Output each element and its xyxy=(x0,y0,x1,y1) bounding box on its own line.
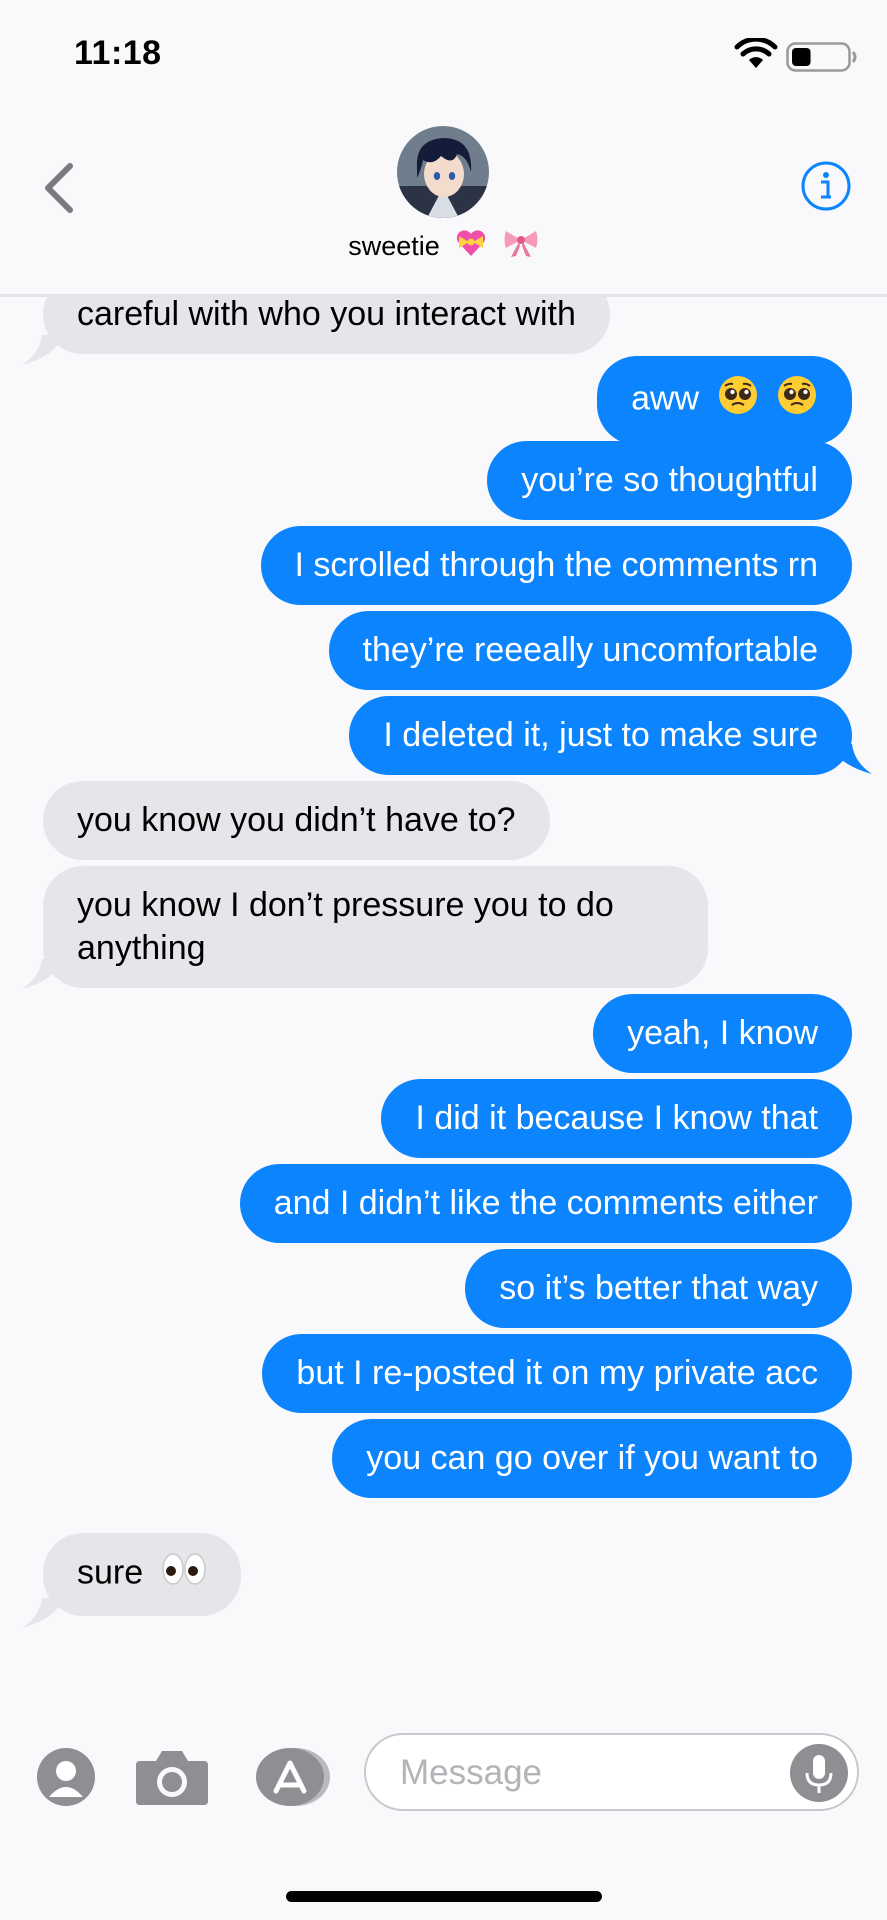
message-text: they’re reeeally uncomfortable xyxy=(362,631,818,669)
status-bar: 11:18 xyxy=(0,0,887,100)
message-text: you know you didn’t have to? xyxy=(77,801,516,839)
contact-name[interactable]: sweetie xyxy=(0,228,887,265)
message-bubble-sent[interactable]: aww xyxy=(597,356,852,445)
message-bubble-sent[interactable]: you can go over if you want to xyxy=(332,1419,852,1498)
eyes-icon xyxy=(161,1551,207,1598)
bow-ribbon-icon xyxy=(503,231,539,264)
pleading-face-icon xyxy=(776,374,818,427)
battery-icon xyxy=(786,42,858,77)
message-text: aww xyxy=(631,379,700,418)
message-bubble-sent[interactable]: I scrolled through the comments rn xyxy=(260,526,852,605)
contact-icon[interactable] xyxy=(36,1747,96,1812)
message-text: you can go over if you want to xyxy=(366,1439,818,1477)
message-text: and I didn’t like the comments either xyxy=(273,1184,818,1222)
pleading-face-icon xyxy=(717,374,759,427)
message-field[interactable] xyxy=(364,1733,859,1811)
info-icon[interactable] xyxy=(800,160,852,217)
message-bubble-sent[interactable]: yeah, I know xyxy=(593,994,852,1073)
heart-with-ribbon-icon xyxy=(455,230,495,264)
message-text: careful with who you interact with xyxy=(77,297,576,333)
message-text: so it’s better that way xyxy=(499,1269,818,1307)
message-text: I deleted it, just to make sure xyxy=(383,716,818,754)
status-time: 11:18 xyxy=(74,34,162,72)
bubble-tail xyxy=(22,959,62,989)
message-text: yeah, I know xyxy=(627,1014,818,1052)
message-input[interactable] xyxy=(400,1749,780,1797)
message-bubble-sent[interactable]: but I re-posted it on my private acc xyxy=(262,1334,852,1413)
app-store-icon[interactable] xyxy=(252,1747,332,1812)
bubble-tail xyxy=(832,744,872,774)
message-bubble-sent[interactable]: I did it because I know that xyxy=(381,1079,852,1158)
message-bubble-received[interactable]: you know you didn’t have to? xyxy=(43,781,550,860)
message-bubble-received[interactable]: you know I don’t pressure you to do anyt… xyxy=(43,866,708,988)
message-text: you know I don’t pressure you to do anyt… xyxy=(77,886,614,967)
message-text: but I re-posted it on my private acc xyxy=(296,1354,818,1392)
message-text: I scrolled through the comments rn xyxy=(294,546,818,584)
message-bubble-sent[interactable]: I deleted it, just to make sure xyxy=(349,696,852,775)
camera-icon[interactable] xyxy=(134,1747,210,1812)
message-bubble-received[interactable]: careful with who you interact with xyxy=(43,297,610,354)
message-text: I did it because I know that xyxy=(415,1099,818,1137)
message-text: sure xyxy=(77,1553,144,1592)
bubble-tail xyxy=(22,1598,62,1628)
message-bubble-sent[interactable]: so it’s better that way xyxy=(465,1249,852,1328)
avatar[interactable] xyxy=(397,126,489,218)
bubble-tail xyxy=(22,335,62,365)
chevron-left-icon[interactable] xyxy=(40,162,80,219)
home-indicator[interactable] xyxy=(286,1891,602,1902)
message-bubble-sent[interactable]: and I didn’t like the comments either xyxy=(239,1164,852,1243)
contact-name-text: sweetie xyxy=(348,231,440,261)
message-bubble-sent[interactable]: you’re so thoughtful xyxy=(487,441,852,520)
microphone-icon[interactable] xyxy=(789,1743,849,1808)
message-text: you’re so thoughtful xyxy=(521,461,818,499)
message-list[interactable]: careful with who you interact with aww y… xyxy=(0,297,887,1727)
message-bubble-sent[interactable]: they’re reeeally uncomfortable xyxy=(328,611,852,690)
conversation-header: sweetie xyxy=(0,100,887,297)
message-bubble-received[interactable]: sure xyxy=(43,1533,241,1616)
wifi-icon xyxy=(734,36,778,75)
